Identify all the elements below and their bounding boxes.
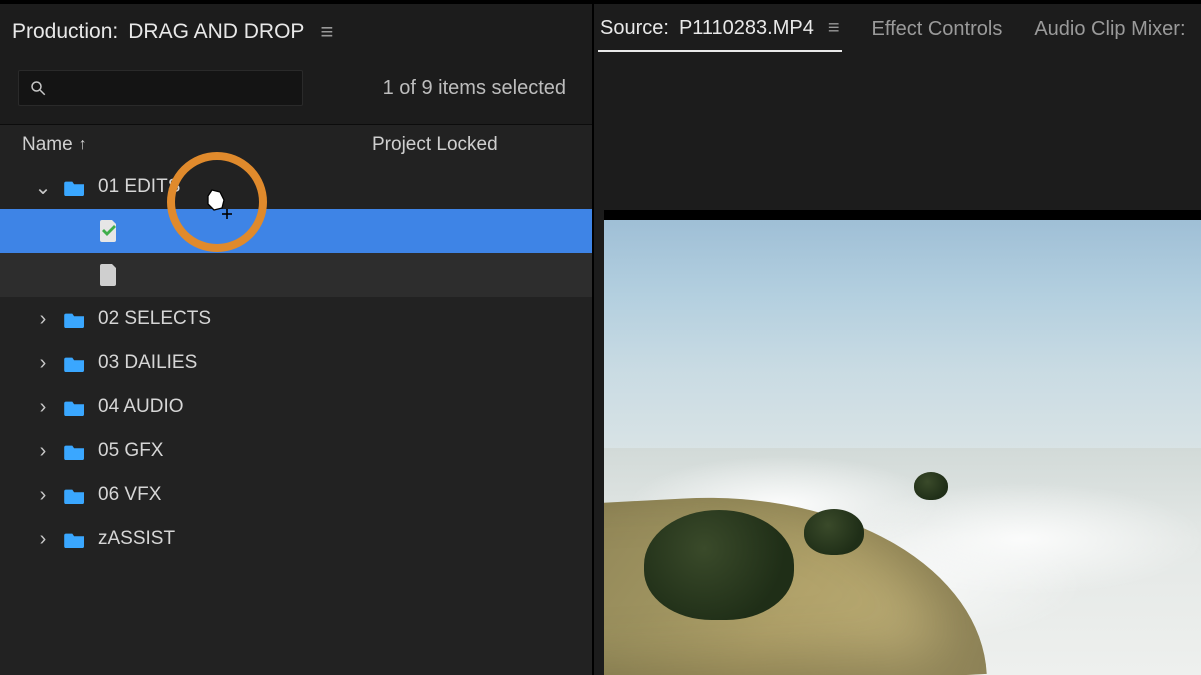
search-icon (29, 79, 47, 97)
chevron-right-icon[interactable]: › (34, 396, 52, 419)
production-panel-body: 1 of 9 items selected Name ↑ Project Loc… (0, 60, 592, 675)
tab-effect-controls[interactable]: Effect Controls (870, 13, 1005, 51)
chevron-right-icon[interactable]: › (34, 528, 52, 551)
folder-row[interactable]: ⌄ 01 EDITS (0, 165, 592, 209)
folder-label: 05 GFX (98, 440, 163, 462)
folder-icon (64, 442, 86, 460)
folder-row[interactable]: › 06 VFX (0, 473, 592, 517)
list-rows: ⌄ 01 EDITS (0, 165, 592, 561)
source-monitor-panel: Source: P1110283.MP4 ≡ Effect Controls A… (594, 4, 1201, 675)
scene-tree (804, 509, 864, 555)
source-monitor-viewer[interactable] (594, 60, 1201, 675)
project-item[interactable] (0, 253, 592, 297)
project-item-selected[interactable] (0, 209, 592, 253)
scene-sky (604, 220, 1201, 470)
folder-icon (64, 398, 86, 416)
left-panel-tabbar: Production: DRAG AND DROP ≡ (0, 4, 592, 60)
folder-label: zASSIST (98, 528, 175, 550)
source-tab-prefix: Source: (600, 17, 669, 40)
chevron-right-icon[interactable]: › (34, 440, 52, 463)
project-file-icon (100, 264, 118, 286)
sort-ascending-icon: ↑ (79, 136, 87, 154)
right-panel-tabbar: Source: P1110283.MP4 ≡ Effect Controls A… (594, 4, 1201, 60)
search-input[interactable] (55, 78, 292, 99)
panel-menu-icon[interactable]: ≡ (824, 17, 840, 40)
column-header-name[interactable]: Name ↑ (22, 134, 372, 156)
tab-audio-clip-mixer[interactable]: Audio Clip Mixer: (1032, 13, 1187, 51)
folder-icon (64, 354, 86, 372)
folder-label: 01 EDITS (98, 176, 180, 198)
project-list: Name ↑ Project Locked ⌄ 01 EDITS (0, 124, 592, 675)
video-frame (604, 210, 1201, 675)
folder-icon (64, 310, 86, 328)
folder-label: 03 DAILIES (98, 352, 197, 374)
list-header: Name ↑ Project Locked (0, 125, 592, 165)
app-root: Production: DRAG AND DROP ≡ 1 of 9 items… (0, 0, 1201, 675)
column-locked-label: Project Locked (372, 134, 498, 155)
chevron-right-icon[interactable]: › (34, 352, 52, 375)
folder-row[interactable]: › 03 DAILIES (0, 341, 592, 385)
folder-icon (64, 178, 86, 196)
folder-row[interactable]: › 04 AUDIO (0, 385, 592, 429)
tab-source-monitor[interactable]: Source: P1110283.MP4 ≡ (598, 12, 842, 52)
chevron-down-icon[interactable]: ⌄ (34, 175, 52, 200)
folder-label: 06 VFX (98, 484, 161, 506)
audio-mixer-label: Audio Clip Mixer: (1034, 18, 1185, 41)
folder-icon (64, 486, 86, 504)
project-file-icon (100, 220, 118, 242)
production-panel-tab[interactable]: Production: DRAG AND DROP ≡ (8, 13, 337, 51)
search-box[interactable] (18, 70, 303, 106)
chevron-right-icon[interactable]: › (34, 308, 52, 331)
folder-label: 02 SELECTS (98, 308, 211, 330)
production-title-prefix: Production: (12, 20, 118, 44)
video-preview-scene (604, 220, 1201, 675)
folder-row[interactable]: › zASSIST (0, 517, 592, 561)
folder-row[interactable]: › 02 SELECTS (0, 297, 592, 341)
scene-tree (644, 510, 794, 620)
column-header-locked[interactable]: Project Locked (372, 134, 570, 156)
column-name-label: Name (22, 134, 73, 156)
production-title-name: DRAG AND DROP (128, 20, 304, 44)
production-panel: Production: DRAG AND DROP ≡ 1 of 9 items… (0, 4, 594, 675)
folder-icon (64, 530, 86, 548)
folder-label: 04 AUDIO (98, 396, 184, 418)
search-row: 1 of 9 items selected (18, 70, 574, 106)
source-tab-clipname: P1110283.MP4 (679, 17, 814, 40)
chevron-right-icon[interactable]: › (34, 484, 52, 507)
effect-controls-label: Effect Controls (872, 18, 1003, 41)
panel-menu-icon[interactable]: ≡ (314, 19, 333, 45)
scene-tree (914, 472, 948, 500)
selection-status: 1 of 9 items selected (383, 77, 566, 100)
folder-row[interactable]: › 05 GFX (0, 429, 592, 473)
